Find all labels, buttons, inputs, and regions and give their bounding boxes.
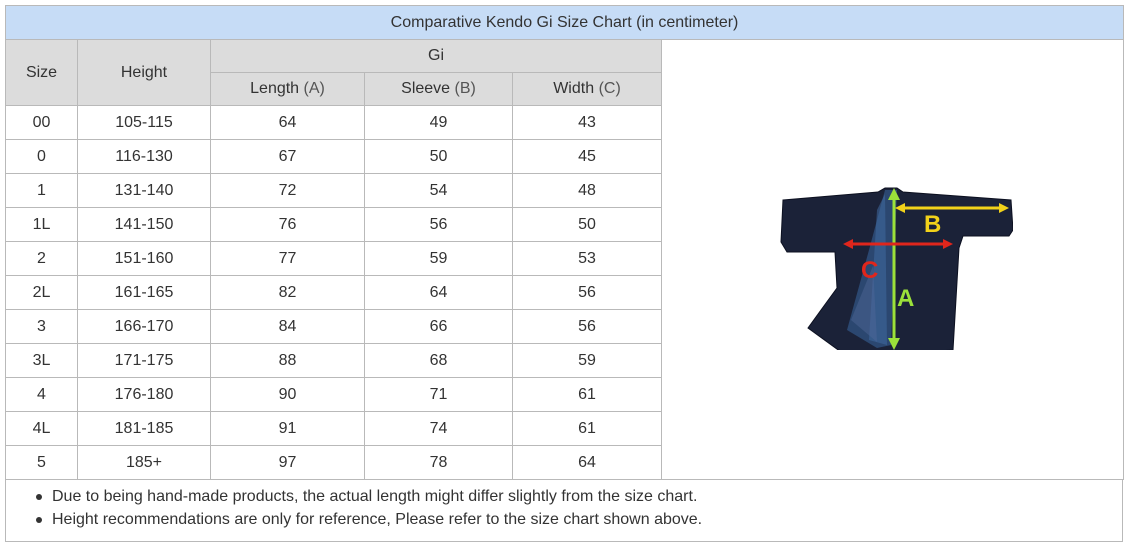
cell-height: 151-160	[77, 241, 211, 276]
cell-width: 64	[512, 445, 662, 480]
cell-size: 1	[5, 173, 78, 208]
notes-section: Due to being hand-made products, the act…	[5, 480, 1123, 542]
cell-height: 161-165	[77, 275, 211, 310]
cell-size: 00	[5, 105, 78, 140]
cell-width: 50	[512, 207, 662, 242]
cell-size: 3	[5, 309, 78, 344]
kendo-gi-image: A B C	[780, 187, 1013, 350]
note-item: Due to being hand-made products, the act…	[34, 485, 1122, 508]
cell-sleeve: 54	[364, 173, 513, 208]
cell-width: 48	[512, 173, 662, 208]
cell-sleeve: 68	[364, 343, 513, 378]
cell-sleeve: 56	[364, 207, 513, 242]
notes-list: Due to being hand-made products, the act…	[28, 485, 1122, 531]
cell-sleeve: 74	[364, 411, 513, 446]
cell-size: 5	[5, 445, 78, 480]
header-width: Width (C)	[512, 72, 662, 106]
cell-sleeve: 71	[364, 377, 513, 412]
label-b: B	[924, 211, 941, 238]
header-height: Height	[77, 39, 211, 106]
cell-sleeve: 50	[364, 139, 513, 174]
size-chart-table: Comparative Kendo Gi Size Chart (in cent…	[4, 5, 1125, 480]
cell-length: 88	[210, 343, 365, 378]
cell-height: 141-150	[77, 207, 211, 242]
cell-size: 2L	[5, 275, 78, 310]
cell-length: 90	[210, 377, 365, 412]
cell-size: 1L	[5, 207, 78, 242]
cell-height: 116-130	[77, 139, 211, 174]
cell-size: 4	[5, 377, 78, 412]
gi-diagram-cell: A B C	[660, 39, 1125, 480]
cell-sleeve: 64	[364, 275, 513, 310]
cell-size: 0	[5, 139, 78, 174]
header-size: Size	[5, 39, 78, 106]
cell-length: 91	[210, 411, 365, 446]
cell-width: 61	[512, 377, 662, 412]
cell-size: 4L	[5, 411, 78, 446]
cell-width: 43	[512, 105, 662, 140]
note-item: Height recommendations are only for refe…	[34, 508, 1122, 531]
label-a: A	[897, 285, 914, 312]
label-c: C	[861, 257, 878, 284]
cell-width: 53	[512, 241, 662, 276]
size-chart: Comparative Kendo Gi Size Chart (in cent…	[4, 5, 1125, 542]
cell-length: 82	[210, 275, 365, 310]
header-gi: Gi	[210, 39, 662, 73]
gi-jacket-shape	[780, 187, 1013, 350]
cell-sleeve: 59	[364, 241, 513, 276]
cell-length: 77	[210, 241, 365, 276]
cell-width: 56	[512, 309, 662, 344]
cell-size: 3L	[5, 343, 78, 378]
cell-height: 166-170	[77, 309, 211, 344]
cell-width: 59	[512, 343, 662, 378]
cell-length: 97	[210, 445, 365, 480]
cell-width: 56	[512, 275, 662, 310]
cell-sleeve: 66	[364, 309, 513, 344]
cell-height: 181-185	[77, 411, 211, 446]
cell-height: 176-180	[77, 377, 211, 412]
cell-height: 185+	[77, 445, 211, 480]
cell-size: 2	[5, 241, 78, 276]
cell-length: 72	[210, 173, 365, 208]
chart-title: Comparative Kendo Gi Size Chart (in cent…	[4, 5, 1125, 40]
cell-height: 131-140	[77, 173, 211, 208]
cell-length: 76	[210, 207, 365, 242]
cell-sleeve: 49	[364, 105, 513, 140]
cell-length: 84	[210, 309, 365, 344]
header-length: Length (A)	[210, 72, 365, 106]
cell-width: 45	[512, 139, 662, 174]
cell-sleeve: 78	[364, 445, 513, 480]
cell-length: 67	[210, 139, 365, 174]
cell-length: 64	[210, 105, 365, 140]
cell-height: 171-175	[77, 343, 211, 378]
cell-width: 61	[512, 411, 662, 446]
cell-height: 105-115	[77, 105, 211, 140]
header-sleeve: Sleeve (B)	[364, 72, 513, 106]
